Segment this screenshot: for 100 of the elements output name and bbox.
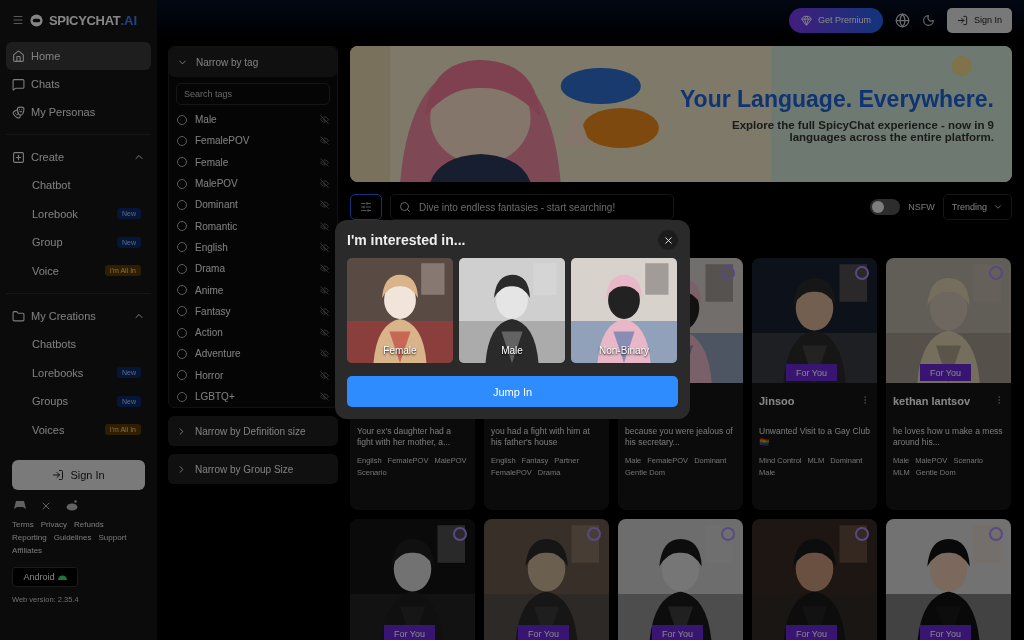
sign-in-button[interactable]: Sign In [946,7,1012,33]
tag-label: FemalePOV [195,135,251,147]
for-you-badge: For You [786,364,838,381]
corner-icon[interactable] [855,266,869,280]
moon-icon[interactable] [921,13,935,27]
tag-label: Anime [195,284,225,296]
card-title: kethan lantsov [893,395,971,409]
for-you-badge: For You [786,625,838,640]
jump-in-button[interactable]: Jump In [347,376,678,407]
plus-square-icon [12,150,25,164]
dialog-title: I'm interested in... [347,232,466,248]
premium-button[interactable]: Get Premium [788,7,883,33]
footer-link[interactable]: Refunds [74,520,104,529]
logo-icon [30,13,43,27]
nav-item[interactable]: My Personas [6,98,151,126]
eye-off-icon[interactable] [320,115,329,125]
card-description: he loves how u make a mess around his... [893,426,1004,449]
game-controller-icon[interactable] [14,500,26,510]
corner-icon[interactable] [989,266,1003,280]
chevron-down-icon [993,202,1003,212]
home-icon [12,49,25,63]
tag-label: Adventure [195,348,242,360]
card-description: Your ex's daughter had a fight with her mother, a... [357,426,452,449]
tag-label: Horror [195,369,225,381]
tag-label: Drama [195,263,226,275]
close-icon [662,234,674,246]
gem-icon [800,14,812,26]
tag-label: Romantic [195,220,239,232]
nav-item[interactable]: Chats [6,70,151,98]
eye-off-icon[interactable] [320,136,329,146]
eye-off-icon[interactable] [320,179,329,189]
nav-item[interactable]: Home [6,42,151,70]
tag-label: Dominant [195,199,239,211]
mask-icon [12,105,25,119]
nav-label: Group [32,236,63,249]
corner-icon[interactable] [721,266,735,280]
sort-dropdown[interactable]: Trending [942,194,1012,220]
corner-icon[interactable] [989,527,1003,541]
tag-label: English [195,241,229,253]
card-description: Unwanted Visit to a Gay Club🏳‍🌈 [759,426,870,449]
eye-off-icon[interactable] [320,306,329,316]
alien-icon[interactable] [66,500,78,511]
nav-group-header[interactable]: Create [6,143,151,171]
corner-icon[interactable] [587,527,601,541]
for-you-badge: For You [920,625,972,640]
filter-header[interactable]: Narrow by Group Size [168,454,338,485]
footer-link[interactable]: Reporting [12,533,47,542]
for-you-badge: For You [518,625,570,640]
footer-link[interactable]: Affiliates [12,546,43,555]
footer-link[interactable]: Guidelines [53,533,92,542]
for-you-badge: For You [384,625,436,640]
x-icon[interactable] [40,500,52,512]
tag-label: Female [195,156,230,168]
footer-link[interactable]: Support [98,533,127,542]
eye-off-icon[interactable] [320,221,329,231]
nav-subitem[interactable]: Chatbot [6,171,151,200]
menu-icon[interactable] [12,14,24,26]
eye-off-icon[interactable] [320,392,329,401]
eye-off-icon[interactable] [320,157,329,167]
nav-group-header[interactable]: My Creations [6,302,151,330]
tag-label: Action [195,327,224,339]
eye-off-icon[interactable] [320,242,329,252]
eye-off-icon[interactable] [320,328,329,338]
sliders-icon [360,201,372,213]
filter-header[interactable]: Narrow by tag [169,47,337,77]
footer-link[interactable]: Privacy [40,520,67,529]
nav-label: Lorebook [32,207,78,220]
card-description: you had a fight with him at his father's house [491,426,591,449]
close-button[interactable] [658,230,678,250]
eye-off-icon[interactable] [320,200,329,210]
sign-in-icon [52,469,65,481]
sign-in-icon [956,14,968,26]
search-field[interactable]: Dive into endless fantasies - start searching! [390,194,674,220]
globe-icon[interactable] [894,12,910,28]
eye-off-icon[interactable] [320,285,329,295]
filter-header[interactable]: Narrow by Definition size [168,416,338,447]
search-icon [399,201,411,213]
for-you-badge: For You [652,625,704,640]
corner-icon[interactable] [721,527,735,541]
nav-label: Chatbots [32,338,77,351]
banner-subline: Explore the full SpicyChat experience - now in 9 languages across the entire platform. [731,118,994,143]
tag-search-field[interactable]: Search tags [176,83,330,105]
eye-off-icon[interactable] [320,349,329,359]
tag-label: MalePOV [195,178,239,190]
card-title: Jinsoo [759,395,795,409]
logo-suffix: .AI [120,12,138,28]
eye-off-icon[interactable] [320,264,329,274]
nav-label: Groups [32,395,69,408]
interest-option[interactable]: Male [459,258,565,363]
sign-in-button[interactable]: Sign In [12,460,145,490]
nsfw-toggle[interactable] [870,199,901,215]
nav-subitem[interactable]: Chatbots [6,330,151,359]
eye-off-icon[interactable] [320,370,329,380]
store-badge[interactable]: Android [12,567,78,587]
nav-label: Lorebooks [32,366,84,379]
footer-link[interactable]: Terms [12,520,34,529]
nav-label: Voice [32,264,59,277]
corner-icon[interactable] [453,527,467,541]
corner-icon[interactable] [855,527,869,541]
nav-label: Chatbot [32,179,71,192]
